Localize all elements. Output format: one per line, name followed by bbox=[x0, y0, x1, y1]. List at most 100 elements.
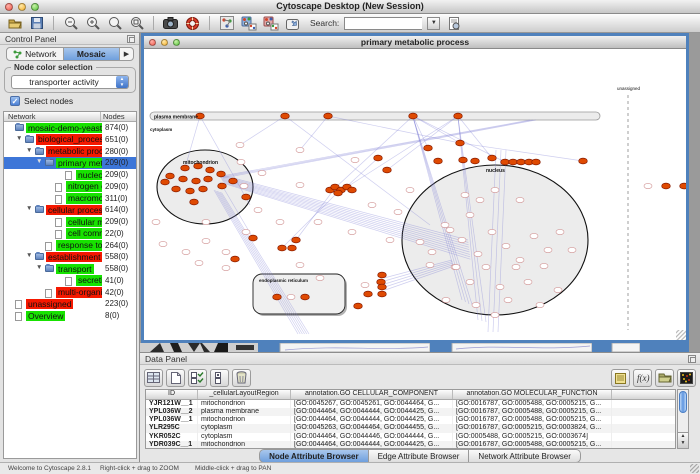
tab-network-attribute-browser[interactable]: Network Attribute Browser bbox=[468, 449, 580, 463]
search-config-button[interactable] bbox=[445, 15, 462, 31]
zoom-fit-button[interactable] bbox=[128, 15, 145, 31]
tree-row[interactable]: mosaic-demo-yeast874(0) bbox=[4, 122, 136, 134]
tree-row[interactable]: ▼transport558(0) bbox=[4, 263, 136, 275]
snapshot-button[interactable] bbox=[162, 15, 179, 31]
attribute-table-mode-button[interactable] bbox=[144, 369, 163, 387]
tree-expand-icon[interactable]: ▼ bbox=[26, 147, 32, 154]
table-row[interactable]: YJR121W__1mitochondrion[GO:0045267, GO:0… bbox=[146, 400, 675, 408]
filters-button[interactable] bbox=[284, 15, 301, 31]
tree-col-network[interactable]: Network bbox=[4, 112, 101, 121]
tree-row[interactable]: unassigned223(0) bbox=[4, 298, 136, 310]
dropdown-value: transporter activity bbox=[12, 77, 116, 87]
tree-row-label[interactable]: macromolecule bbox=[66, 193, 102, 204]
import-network-button[interactable] bbox=[218, 15, 235, 31]
float-panel-icon[interactable] bbox=[688, 355, 696, 363]
table-row[interactable]: YDR039C__1mitochondrion[GO:0044464, GO:0… bbox=[146, 441, 675, 449]
open-session-button[interactable] bbox=[6, 15, 23, 31]
table-vertical-scrollbar[interactable]: ▲▼ bbox=[677, 389, 689, 449]
tree-row[interactable]: macromolecule311(0) bbox=[4, 193, 136, 205]
tree-col-nodes[interactable]: Nodes bbox=[101, 112, 136, 121]
search-input[interactable] bbox=[344, 17, 422, 30]
tree-row[interactable]: secretion41(0) bbox=[4, 275, 136, 287]
tree-row-label[interactable]: cellular metabo bbox=[66, 217, 102, 228]
tree-expand-icon[interactable]: ▼ bbox=[26, 252, 32, 259]
network-node bbox=[236, 142, 244, 147]
toolbar-separator bbox=[53, 16, 54, 30]
tab-mosaic[interactable]: Mosaic bbox=[64, 48, 121, 60]
tree-row[interactable]: response to stimulu264(0) bbox=[4, 240, 136, 252]
unselect-attributes-button[interactable] bbox=[210, 369, 229, 387]
tab-overflow-button[interactable]: ▶ bbox=[120, 48, 133, 60]
app-resize-grip[interactable] bbox=[690, 464, 699, 473]
tree-row[interactable]: Overview8(0) bbox=[4, 310, 136, 322]
formula-builder-button[interactable]: f(x) bbox=[633, 369, 652, 387]
zoom-out-button[interactable] bbox=[62, 15, 79, 31]
plugins-button[interactable] bbox=[184, 15, 201, 31]
tree-row[interactable]: ▼establishment of lo558(0) bbox=[4, 251, 136, 263]
tree-row[interactable]: ▼metabolic process280(0) bbox=[4, 146, 136, 158]
table-row[interactable]: YLR295Ccytoplasm[GO:0045263, GO:0044464,… bbox=[146, 424, 675, 432]
tree-row-label[interactable]: response to stimulu bbox=[56, 240, 102, 251]
tree-row[interactable]: ▼cellular process614(0) bbox=[4, 204, 136, 216]
import-attributes-button[interactable] bbox=[240, 15, 257, 31]
tree-row-label[interactable]: secretion bbox=[76, 275, 102, 286]
tree-row[interactable]: nitrogen compo209(0) bbox=[4, 181, 136, 193]
scrollbar-thumb[interactable] bbox=[679, 391, 687, 413]
tree-row-label[interactable]: unassigned bbox=[26, 299, 73, 310]
delete-attribute-button[interactable] bbox=[232, 369, 251, 387]
network-node bbox=[516, 257, 524, 262]
tree-expand-icon[interactable]: ▼ bbox=[36, 158, 42, 165]
tree-row-label[interactable]: cell communicat bbox=[66, 228, 102, 239]
color-attribute-dropdown[interactable]: transporter activity ▲▼ bbox=[11, 75, 129, 89]
tree-row-label[interactable]: mosaic-demo-yeast bbox=[26, 123, 102, 134]
window-resize-grip[interactable] bbox=[676, 330, 686, 340]
search-dropdown-arrow[interactable]: ▼ bbox=[427, 17, 440, 30]
tree-row-label[interactable]: nucleobase- bbox=[76, 170, 102, 181]
network-canvas[interactable]: plasma membranecytoplasmmitochondrionnuc… bbox=[144, 49, 686, 340]
save-session-button[interactable] bbox=[28, 15, 45, 31]
tree-row-label[interactable]: metabolic process bbox=[46, 146, 102, 157]
table-row[interactable]: YPL036W__2plasma membrane[GO:0044464, GO… bbox=[146, 408, 675, 416]
tab-network[interactable]: Network bbox=[7, 48, 64, 60]
float-panel-icon[interactable] bbox=[127, 35, 135, 43]
tree-row-label[interactable]: establishment of lo bbox=[46, 252, 102, 263]
tree-row-label[interactable]: Overview bbox=[26, 311, 65, 322]
heatmap-view-button[interactable] bbox=[677, 369, 696, 387]
network-window-titlebar[interactable]: primary metabolic process bbox=[144, 36, 686, 49]
attribute-editor-button[interactable] bbox=[611, 369, 630, 387]
selected-network-node bbox=[218, 183, 227, 189]
tree-row[interactable]: ▼biological_process651(0) bbox=[4, 134, 136, 146]
tab-edge-attribute-browser[interactable]: Edge Attribute Browser bbox=[368, 449, 469, 463]
tree-row[interactable]: cell communicat22(0) bbox=[4, 228, 136, 240]
network-graph[interactable]: plasma membranecytoplasmmitochondrionnuc… bbox=[144, 49, 686, 340]
import-attribute-file-button[interactable] bbox=[655, 369, 674, 387]
vizmapper-button[interactable] bbox=[262, 15, 279, 31]
table-row[interactable]: YPL036W__1mitochondrion[GO:0044464, GO:0… bbox=[146, 416, 675, 424]
tab-node-attribute-browser[interactable]: Node Attribute Browser bbox=[259, 449, 368, 463]
tree-row-label[interactable]: transport bbox=[56, 264, 94, 275]
tree-expand-icon[interactable]: ▼ bbox=[16, 135, 22, 142]
tree-row-label[interactable]: multi-organism pro bbox=[56, 287, 102, 298]
zoom-selected-button[interactable] bbox=[106, 15, 123, 31]
tree-row-label[interactable]: primary metabo bbox=[56, 158, 102, 169]
tree-row[interactable]: ▼primary metabo209(0) bbox=[4, 157, 136, 169]
select-nodes-checkbox[interactable]: ✓ bbox=[10, 96, 20, 106]
scrollbar-arrows[interactable]: ▲▼ bbox=[678, 432, 688, 448]
tree-row[interactable]: cellular metabo209(0) bbox=[4, 216, 136, 228]
tree-row-label[interactable]: cellular process bbox=[46, 205, 102, 216]
col-id[interactable]: ID bbox=[146, 390, 198, 399]
tree-row-label[interactable]: nitrogen compo bbox=[66, 181, 102, 192]
table-row[interactable]: YKR052Ccytoplasm[GO:0044464, GO:0044446,… bbox=[146, 433, 675, 441]
col-molecular-function[interactable]: annotation.GO MOLECULAR_FUNCTION bbox=[453, 390, 612, 399]
create-attribute-button[interactable] bbox=[166, 369, 185, 387]
select-attributes-button[interactable] bbox=[188, 369, 207, 387]
tree-row[interactable]: nucleobase-209(0) bbox=[4, 169, 136, 181]
zoom-in-button[interactable] bbox=[84, 15, 101, 31]
tree-expand-icon[interactable]: ▼ bbox=[36, 264, 42, 271]
tree-expand-icon[interactable]: ▼ bbox=[26, 205, 32, 212]
tree-row[interactable]: multi-organism pro42(0) bbox=[4, 287, 136, 299]
col-cellular-component[interactable]: annotation.GO CELLULAR_COMPONENT bbox=[291, 390, 453, 399]
selected-network-node bbox=[424, 145, 433, 151]
tree-row-label[interactable]: biological_process bbox=[36, 134, 102, 145]
col-region[interactable]: _cellularLayoutRegion bbox=[198, 390, 291, 399]
